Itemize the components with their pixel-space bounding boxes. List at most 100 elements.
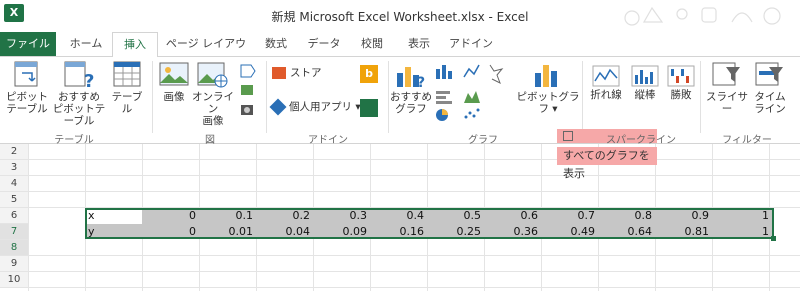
my-apps-button[interactable]: 個人用アプリ ▾ [269,98,361,117]
row-header[interactable]: 4 [0,176,28,192]
recommended-pivot-icon: ? [64,61,94,89]
grid-line [29,159,800,160]
cell-label[interactable]: y [88,224,142,239]
recommended-pivot-button[interactable]: ? おすすめ ピボットテーブル [50,61,108,127]
timeline-button[interactable]: タイム ライン [752,61,788,115]
tab-view[interactable]: 表示 [398,32,440,56]
cell-value[interactable]: 0.7 [541,208,598,223]
grid-line [29,255,800,256]
cell-value[interactable]: 0 [142,208,199,223]
grid-line [28,144,29,291]
column-sparkline-button[interactable]: 縦棒 [628,65,662,101]
column-sparkline-label: 縦棒 [634,89,656,101]
row-header[interactable]: 8 [0,240,28,256]
picture-button[interactable]: 画像 [156,61,192,103]
pivot-table-label: ピボット テーブル [6,91,48,115]
table-button[interactable]: テーブル [108,61,146,115]
cell-value[interactable]: 0.49 [541,224,598,239]
my-apps-label: 個人用アプリ [289,101,352,113]
store-label: ストア [290,67,322,79]
cell-value[interactable]: 1 [712,224,772,239]
cell-value[interactable]: 0.01 [199,224,256,239]
tab-page-layout[interactable]: ページ レイアウト [164,32,248,74]
grid-line [29,175,800,176]
recommended-charts-label: おすすめ グラフ [390,91,432,115]
tab-file[interactable]: ファイル [0,32,56,56]
svg-text:?: ? [417,75,425,89]
ribbon: ピボット テーブル ? おすすめ ピボットテーブル テーブル テーブル 画像 オ… [0,57,800,146]
row-header[interactable]: 6 [0,208,28,224]
row-header[interactable]: 3 [0,160,28,176]
line-sparkline-label: 折れ線 [590,89,622,101]
cell-value[interactable]: 0.36 [484,224,541,239]
cell-value[interactable]: 0.04 [256,224,313,239]
winloss-sparkline-label: 勝敗 [670,89,692,101]
ribbon-separator [582,61,583,133]
ribbon-separator [152,61,153,133]
ribbon-separator [266,61,267,133]
row-header[interactable]: 10 [0,272,28,288]
bing-icon[interactable]: b [360,65,378,83]
cell-value[interactable]: 1 [712,208,772,223]
row-header[interactable]: 2 [0,144,28,160]
table-icon [113,61,141,87]
background-decoration-icon [624,6,781,26]
cell-value[interactable]: 0.09 [313,224,370,239]
cell-value[interactable]: 0.6 [484,208,541,223]
grid-line [29,191,800,192]
slicer-label: スライサー [706,91,748,115]
ribbon-tabs: ファイル ホーム 挿入 ページ レイアウト 数式 データ 校閲 表示 アドイン [0,32,800,74]
timeline-icon [755,62,783,86]
table-label: テーブル [111,91,143,115]
pivot-table-button[interactable]: ピボット テーブル [4,61,50,115]
cell-value[interactable]: 0.3 [313,208,370,223]
winloss-sparkline-button[interactable]: 勝敗 [664,65,698,101]
ribbon-separator [388,61,389,133]
cell-value[interactable]: 0.4 [370,208,427,223]
slicer-icon [712,62,740,86]
cell-value[interactable]: 0.2 [256,208,313,223]
store-button[interactable]: ストア [272,67,322,83]
shapes-icon[interactable] [238,61,258,121]
svg-text:?: ? [84,71,94,89]
cell-value[interactable]: 0.1 [199,208,256,223]
chart-types-gallery-icon[interactable] [434,61,514,121]
cell-value[interactable]: 0.64 [598,224,655,239]
pivot-table-icon [14,61,38,87]
row-header[interactable]: 9 [0,256,28,272]
cell-value[interactable]: 0.9 [655,208,712,223]
tab-formulas[interactable]: 数式 [256,32,296,56]
cell-value[interactable]: 0.25 [427,224,484,239]
recommended-pivot-label: おすすめ ピボットテーブル [52,91,106,127]
pivot-chart-label: ピボットグラフ ▾ [516,91,580,115]
tab-review[interactable]: 校閲 [352,32,392,56]
cell-value[interactable]: 0.16 [370,224,427,239]
tab-home[interactable]: ホーム [64,32,108,56]
cell-value[interactable]: 0 [142,224,199,239]
dialog-launcher-icon[interactable] [563,131,573,141]
line-sparkline-icon [592,65,620,87]
pivot-chart-button[interactable]: ピボットグラフ ▾ [516,61,580,115]
cell-value[interactable]: 0.81 [655,224,712,239]
winloss-sparkline-icon [667,65,695,87]
recommended-charts-icon: ? [397,67,425,89]
line-sparkline-button[interactable]: 折れ線 [586,65,626,101]
online-picture-label: オンライン 画像 [192,91,234,127]
tab-addins[interactable]: アドイン [446,32,496,56]
online-picture-button[interactable]: オンライン 画像 [192,61,234,127]
timeline-label: タイム ライン [754,91,786,115]
cell-value[interactable]: 0.8 [598,208,655,223]
cell-label[interactable]: x [88,208,142,223]
tab-data[interactable]: データ [302,32,346,56]
cell-value[interactable]: 0.5 [427,208,484,223]
picture-icon [159,62,189,86]
online-picture-icon [197,62,228,88]
recommended-charts-button[interactable]: ? おすすめ グラフ [390,61,432,115]
row-header[interactable]: 5 [0,192,28,208]
ribbon-separator [700,61,701,133]
row-header[interactable]: 7 [0,224,28,240]
slicer-button[interactable]: スライサー [704,61,750,115]
people-graph-icon[interactable] [360,99,378,117]
worksheet-grid[interactable]: 2 3 4 5 6 7 8 9 10 x 0 0.1 0.2 0.3 0.4 0… [0,144,800,291]
tab-insert[interactable]: 挿入 [112,32,158,58]
